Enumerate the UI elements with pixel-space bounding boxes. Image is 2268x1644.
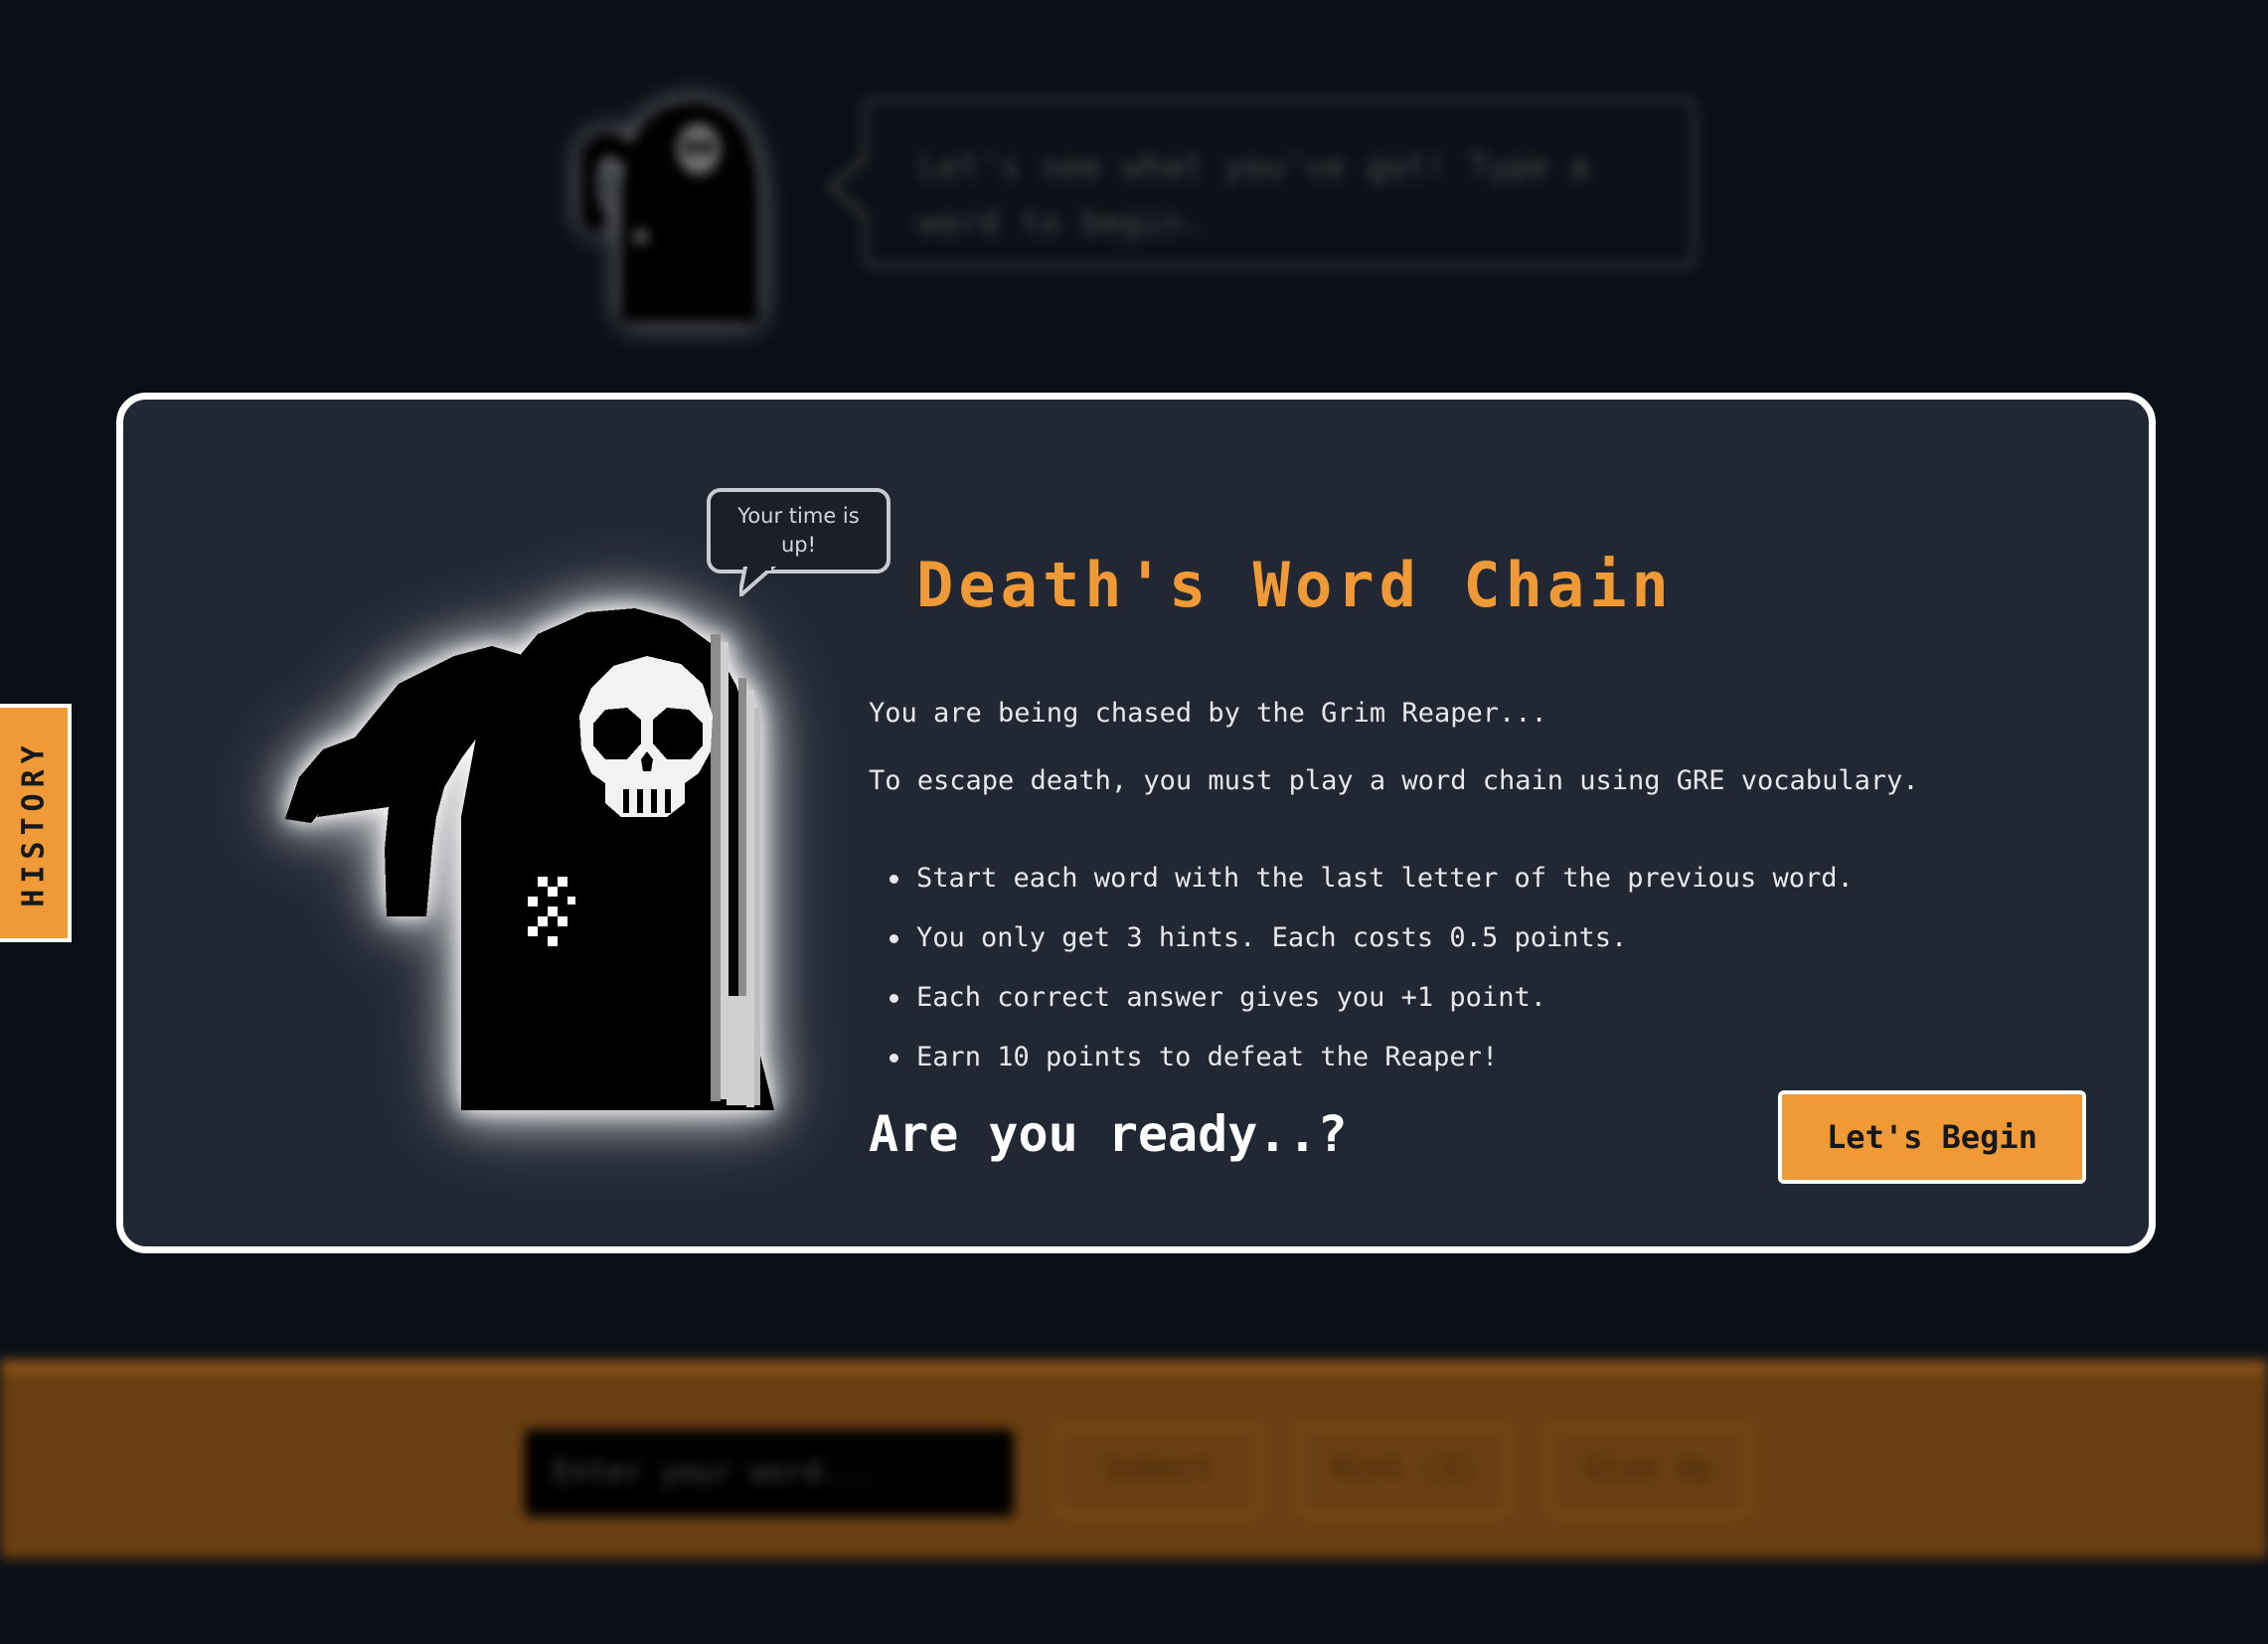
- background-submit-button: Submit: [1053, 1423, 1262, 1515]
- reaper-speech-text: Your time is up!: [737, 504, 860, 557]
- intro-modal: Your time is up! Death's Word Chain You …: [116, 393, 2156, 1253]
- background-reaper-image: [581, 102, 758, 322]
- game-title: Death's Word Chain: [916, 549, 1674, 621]
- background-hint-button: Hint (3): [1295, 1423, 1512, 1515]
- intro-text-chase: You are being chased by the Grim Reaper.…: [869, 698, 1547, 729]
- background-word-input: Enter your word...: [525, 1429, 1014, 1517]
- rules-list: Start each word with the last letter of …: [869, 849, 1854, 1087]
- ready-prompt: Are you ready..?: [869, 1105, 1348, 1163]
- rule-item: Start each word with the last letter of …: [869, 849, 1854, 908]
- rule-item: You only get 3 hints. Each costs 0.5 poi…: [869, 908, 1854, 968]
- rule-item: Each correct answer gives you +1 point.: [869, 968, 1854, 1028]
- grim-reaper-image: [285, 608, 774, 1110]
- background-input-bar: Enter your word... Submit Hint (3) Give …: [0, 1360, 2268, 1559]
- lets-begin-button[interactable]: Let's Begin: [1778, 1090, 2086, 1184]
- intro-text-escape: To escape death, you must play a word ch…: [869, 765, 1919, 796]
- speech-bubble-tail: [739, 567, 777, 596]
- background-speech-bubble: Let's see what you've got! Type a word t…: [827, 97, 1696, 268]
- background-giveup-button: Give Up: [1545, 1423, 1752, 1515]
- history-tab-label: HISTORY: [16, 739, 52, 907]
- history-tab[interactable]: HISTORY: [0, 704, 72, 942]
- rule-item: Earn 10 points to defeat the Reaper!: [869, 1028, 1854, 1087]
- reaper-speech-bubble: Your time is up!: [707, 488, 891, 574]
